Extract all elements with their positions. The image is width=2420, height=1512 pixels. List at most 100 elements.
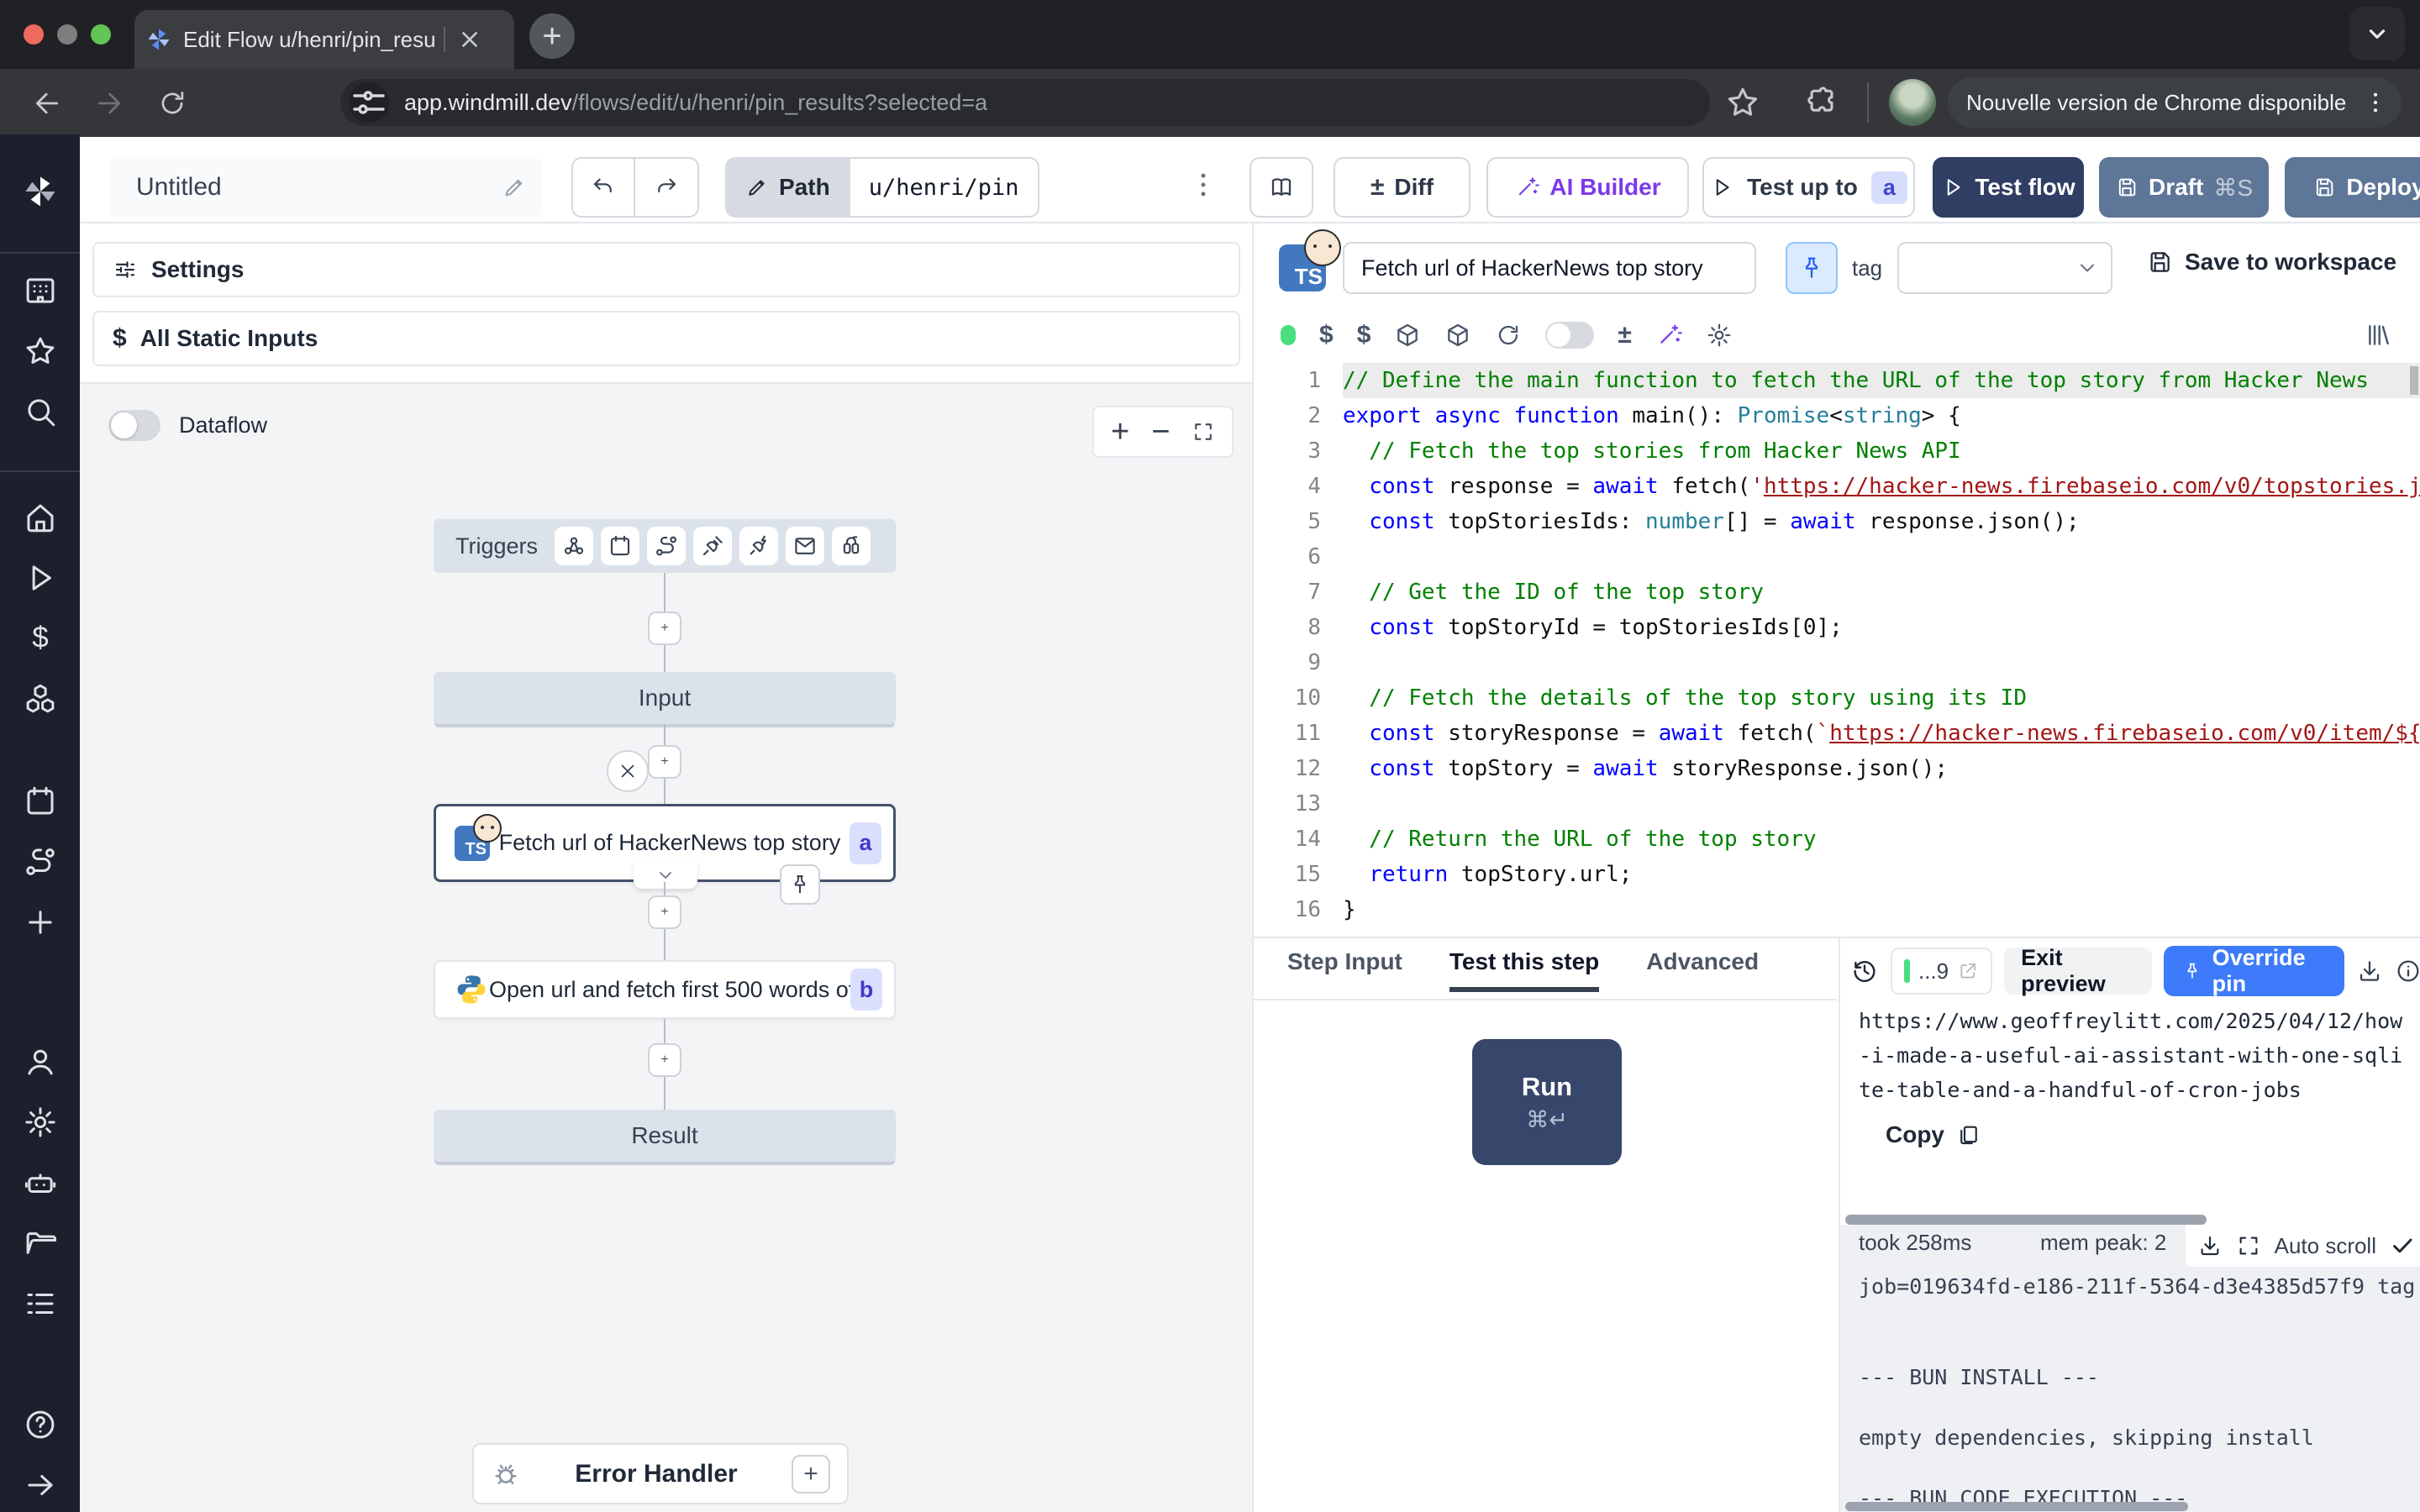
browser-menu-icon[interactable] xyxy=(2361,88,2390,117)
remove-step-button[interactable] xyxy=(607,750,649,792)
pin-node-button[interactable] xyxy=(780,864,820,905)
package-icon[interactable] xyxy=(1444,322,1471,349)
code-line[interactable]: 10 // Fetch the details of the top story… xyxy=(1254,680,2420,716)
ai-wand-icon[interactable] xyxy=(1655,322,1682,349)
run-button[interactable]: Run ⌘↵ xyxy=(1472,1039,1622,1165)
code-line[interactable]: 3 // Fetch the top stories from Hacker N… xyxy=(1254,433,2420,469)
editor-settings-icon[interactable] xyxy=(1706,322,1733,349)
result-scrollbar[interactable] xyxy=(1845,1215,2207,1225)
library-icon[interactable] xyxy=(2365,321,2393,349)
sidebar-item-runs[interactable] xyxy=(0,548,80,608)
code-line[interactable]: 2export async function main(): Promise<s… xyxy=(1254,398,2420,433)
maximize-window-button[interactable] xyxy=(91,24,111,45)
override-pin-button[interactable]: Override pin xyxy=(2164,946,2344,996)
step-node-b[interactable]: Open url and fetch first 500 words of ..… xyxy=(434,960,896,1019)
code-line[interactable]: 12 const topStory = await storyResponse.… xyxy=(1254,751,2420,786)
sidebar-item-folders[interactable] xyxy=(0,1213,80,1273)
draft-button[interactable]: Draft⌘S xyxy=(2099,157,2269,218)
dataflow-toggle[interactable] xyxy=(108,410,160,441)
tag-select[interactable] xyxy=(1897,242,2112,294)
info-icon[interactable] xyxy=(2395,958,2420,984)
code-line[interactable]: 7 // Get the ID of the top story xyxy=(1254,575,2420,610)
sidebar-item-variables[interactable]: $ xyxy=(0,608,80,669)
zoom-in-button[interactable]: + xyxy=(1111,414,1129,450)
sidebar-item-home[interactable] xyxy=(0,487,80,548)
sidebar-item-audit-logs[interactable] xyxy=(0,1273,80,1334)
trigger-websocket-button[interactable] xyxy=(693,527,732,565)
fit-view-icon[interactable] xyxy=(1192,420,1215,444)
log-output[interactable]: job=019634fd-e186-211f-5364-d3e4385d57f9… xyxy=(1859,1272,2413,1512)
result-url[interactable]: https://www.geoffreylitt.com/2025/04/12/… xyxy=(1859,1004,2409,1107)
zoom-out-button[interactable]: − xyxy=(1151,414,1170,450)
add-step-button[interactable]: + xyxy=(648,612,681,645)
status-dot[interactable] xyxy=(1281,325,1296,345)
copy-result-button[interactable]: Copy xyxy=(1886,1121,1981,1148)
triggers-bar[interactable]: Triggers xyxy=(434,519,896,573)
undo-button[interactable] xyxy=(571,157,635,218)
code-line[interactable]: 11 const storyResponse = await fetch(`ht… xyxy=(1254,716,2420,751)
job-id-chip[interactable]: ...9 xyxy=(1891,948,1992,995)
sidebar-item-workspace[interactable] xyxy=(0,260,80,321)
redo-button[interactable] xyxy=(635,157,699,218)
forward-icon[interactable] xyxy=(92,87,126,120)
extensions-icon[interactable] xyxy=(1803,84,1840,121)
chrome-update-chip[interactable]: Nouvelle version de Chrome disponible xyxy=(1948,77,2402,128)
contextvar-icon[interactable]: $ xyxy=(1357,321,1371,349)
code-line[interactable]: 6 xyxy=(1254,539,2420,575)
browser-tab[interactable]: Edit Flow u/henri/pin_results xyxy=(134,10,514,69)
sidebar-item-resources[interactable] xyxy=(0,669,80,729)
input-node[interactable]: Input xyxy=(434,672,896,724)
code-line[interactable]: 5 const topStoriesIds: number[] = await … xyxy=(1254,504,2420,539)
add-step-button[interactable]: + xyxy=(648,1043,681,1077)
error-handler-node[interactable]: Error Handler + xyxy=(472,1443,849,1504)
address-bar[interactable]: app.windmill.dev/flows/edit/u/henri/pin_… xyxy=(340,79,1710,126)
auto-scroll-check-icon[interactable] xyxy=(2390,1233,2415,1258)
download-logs-icon[interactable] xyxy=(2197,1233,2223,1258)
diff-toggle[interactable] xyxy=(1545,322,1594,349)
code-line[interactable]: 1// Define the main function to fetch th… xyxy=(1254,363,2420,398)
minimize-window-button[interactable] xyxy=(57,24,77,45)
code-line[interactable]: 16} xyxy=(1254,892,2420,927)
test-flow-button[interactable]: Test flow xyxy=(1933,157,2084,218)
path-field[interactable]: Path u/henri/pin xyxy=(725,157,1039,218)
collapse-node-button[interactable] xyxy=(634,862,697,889)
tab-search-button[interactable] xyxy=(2349,7,2405,60)
code-line[interactable]: 8 const topStoryId = topStoriesIds[0]; xyxy=(1254,610,2420,645)
tab-close-icon[interactable] xyxy=(459,29,481,50)
sidebar-item-help[interactable] xyxy=(0,1394,80,1455)
code-line[interactable]: 4 const response = await fetch('https://… xyxy=(1254,469,2420,504)
sidebar-item-workers[interactable] xyxy=(0,1152,80,1213)
editor-scrollbar[interactable] xyxy=(2410,366,2418,395)
external-link-icon[interactable] xyxy=(1957,960,1979,982)
sidebar-item-user[interactable] xyxy=(0,1032,80,1092)
exit-preview-button[interactable]: Exit preview xyxy=(2004,948,2152,995)
more-options-icon[interactable] xyxy=(1186,168,1220,202)
code-line[interactable]: 14 // Return the URL of the top story xyxy=(1254,822,2420,857)
docs-button[interactable] xyxy=(1249,157,1313,218)
trigger-kafka-button[interactable] xyxy=(739,527,778,565)
save-to-workspace-button[interactable]: Save to workspace xyxy=(2146,249,2396,276)
sidebar-item-add[interactable] xyxy=(0,892,80,953)
plusminus-icon[interactable]: ± xyxy=(1618,321,1631,349)
close-window-button[interactable] xyxy=(24,24,44,45)
log-scrollbar[interactable] xyxy=(1845,1502,2188,1511)
sidebar-item-settings[interactable] xyxy=(0,1092,80,1152)
diff-button[interactable]: ±Diff xyxy=(1334,157,1470,218)
test-up-to-button[interactable]: Test up toa xyxy=(1702,157,1915,218)
code-line[interactable]: 13 xyxy=(1254,786,2420,822)
ai-builder-button[interactable]: AI Builder xyxy=(1486,157,1689,218)
bookmark-star-icon[interactable] xyxy=(1724,84,1761,121)
edit-pencil-icon[interactable] xyxy=(502,175,527,200)
deploy-button[interactable]: Deploy xyxy=(2285,157,2420,218)
windmill-logo[interactable] xyxy=(0,161,80,222)
reload-icon[interactable] xyxy=(1495,322,1522,349)
add-step-button[interactable]: + xyxy=(648,745,681,779)
sidebar-item-favorites[interactable] xyxy=(0,321,80,381)
sidebar-item-search[interactable] xyxy=(0,381,80,442)
code-line[interactable]: 9 xyxy=(1254,645,2420,680)
flow-settings-row[interactable]: Settings xyxy=(92,242,1240,297)
flow-name-field[interactable]: Untitled xyxy=(109,157,542,218)
pin-preview-button[interactable] xyxy=(1786,242,1838,294)
tab-test-this-step[interactable]: Test this step xyxy=(1449,948,1599,992)
trigger-http-route-button[interactable] xyxy=(647,527,686,565)
